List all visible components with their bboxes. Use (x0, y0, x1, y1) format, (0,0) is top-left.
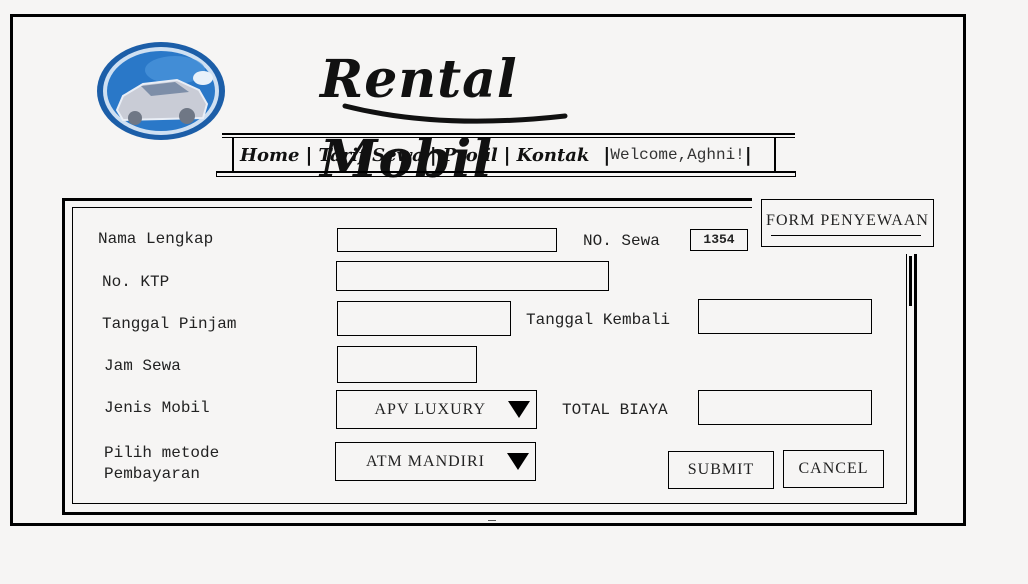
dropdown-arrow-icon[interactable] (507, 453, 529, 470)
bottom-tick-mark (488, 518, 496, 521)
no-sewa-value: 1354 (690, 229, 748, 251)
nav-tarif-sewa[interactable]: Tarif Sewa (318, 145, 423, 166)
label-tanggal-kembali: Tanggal Kembali (526, 311, 671, 329)
tanggal-kembali-input[interactable] (699, 300, 871, 333)
total-biaya-field[interactable] (698, 390, 872, 425)
metode-pembayaran-select[interactable]: ATM MANDIRI (335, 442, 536, 481)
label-tanggal-pinjam: Tanggal Pinjam (102, 315, 237, 333)
nav-bottom-rule (216, 171, 796, 177)
no-ktp-field[interactable] (336, 261, 609, 291)
label-no-ktp: No. KTP (102, 273, 170, 291)
car-logo-icon (95, 40, 227, 142)
nama-lengkap-field[interactable] (337, 228, 557, 252)
nav-separator: | (429, 144, 437, 166)
no-ktp-input[interactable] (337, 262, 608, 290)
jam-sewa-input[interactable] (338, 347, 476, 382)
nav-kontak[interactable]: Kontak (517, 145, 590, 166)
label-jam-sewa: Jam Sewa (104, 357, 181, 375)
label-jenis-mobil: Jenis Mobil (104, 399, 210, 417)
form-title: FORM PENYEWAAN (761, 199, 934, 247)
nav-separator: | (305, 144, 313, 166)
nav-home[interactable]: Home (240, 145, 300, 166)
tanggal-pinjam-field[interactable] (337, 301, 511, 336)
submit-button[interactable]: SUBMIT (668, 451, 774, 489)
jam-sewa-field[interactable] (337, 346, 477, 383)
label-nama-lengkap: Nama Lengkap (98, 230, 214, 248)
nav-profil[interactable]: Profil (443, 145, 498, 166)
label-pembayaran: Pembayaran (104, 465, 201, 483)
welcome-text: Welcome,Aghni! (610, 146, 745, 164)
label-total-biaya: TOTAL BIAYA (562, 401, 668, 419)
nav-links: Home | Tarif Sewa | Profil | Kontak | We… (240, 142, 752, 168)
nav-separator: | (603, 144, 611, 166)
brand-swash-decoration (340, 100, 570, 130)
tanggal-pinjam-input[interactable] (338, 302, 510, 335)
dropdown-arrow-icon[interactable] (508, 401, 530, 418)
metode-pembayaran-selected: ATM MANDIRI (366, 452, 485, 470)
nama-lengkap-input[interactable] (338, 229, 556, 251)
cancel-button[interactable]: CANCEL (783, 450, 884, 488)
form-right-edge (909, 256, 912, 306)
jenis-mobil-selected: APV LUXURY (374, 400, 486, 418)
total-biaya-input[interactable] (699, 391, 871, 424)
jenis-mobil-select[interactable]: APV LUXURY (336, 390, 537, 429)
label-pilih-metode: Pilih metode (104, 444, 220, 462)
label-no-sewa: NO. Sewa (583, 232, 660, 250)
tanggal-kembali-field[interactable] (698, 299, 872, 334)
form-title-underline (771, 235, 921, 236)
nav-separator: | (503, 144, 511, 166)
nav-separator: | (744, 144, 752, 166)
